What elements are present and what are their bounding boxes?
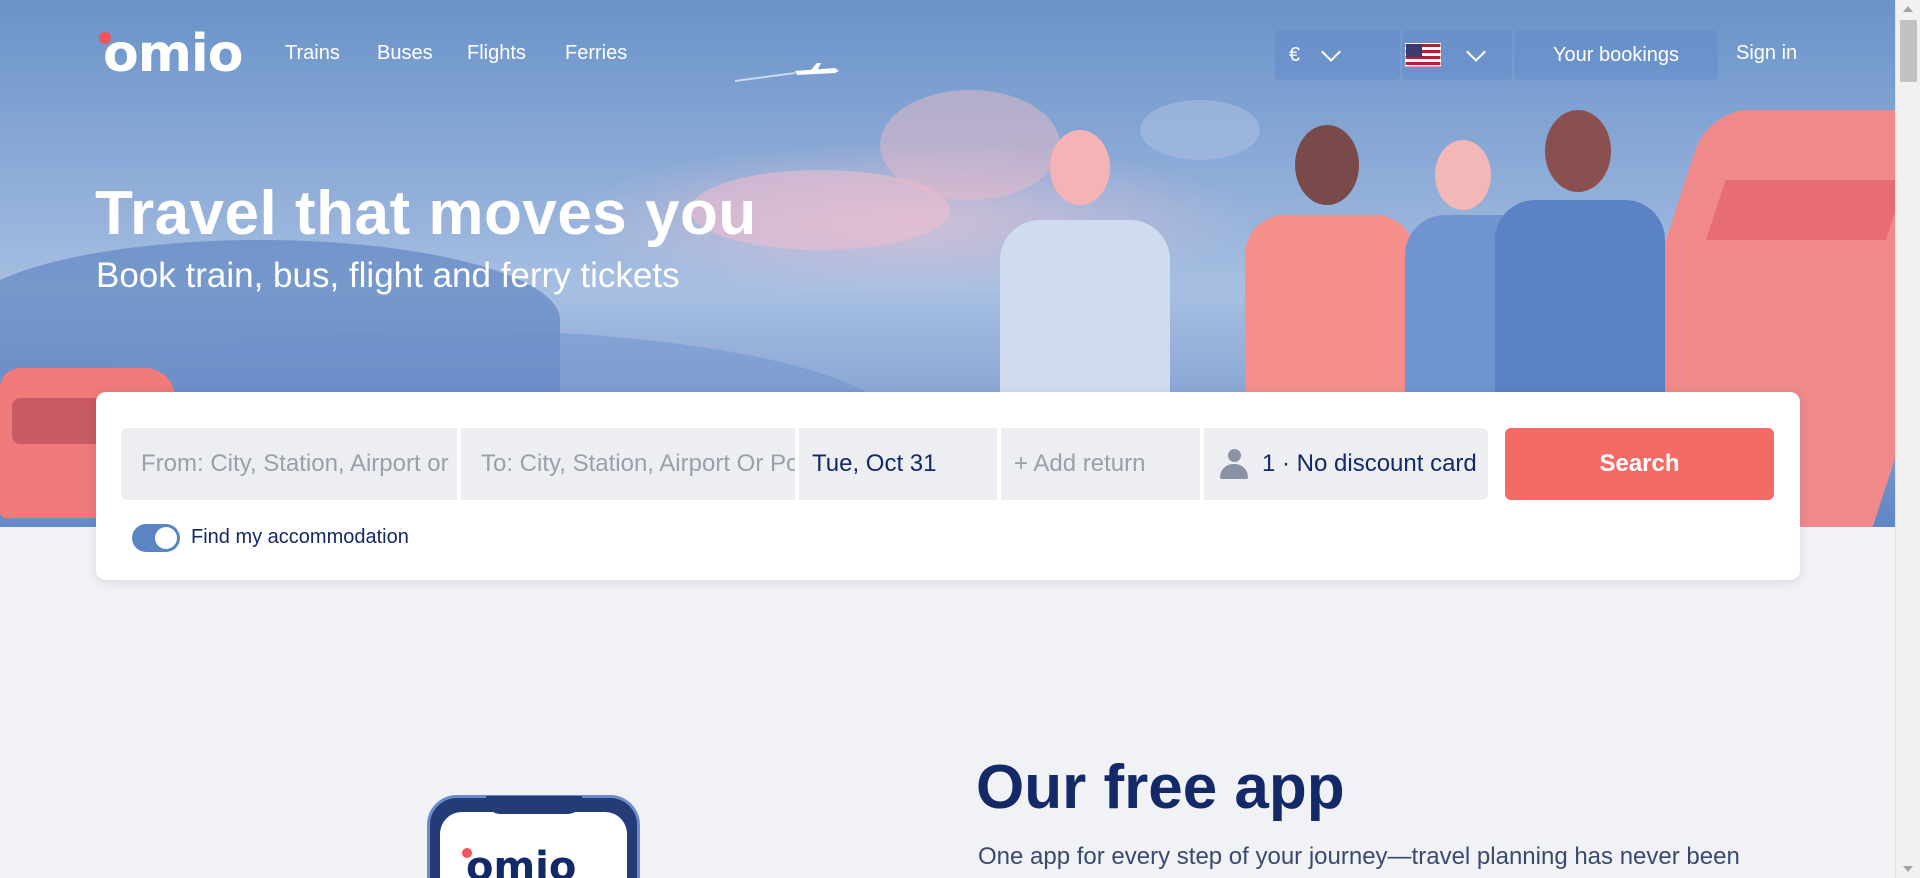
your-bookings-button[interactable]: Your bookings xyxy=(1514,30,1718,80)
accommodation-label: Find my accommodation xyxy=(191,526,409,548)
app-section-description: One app for every step of your journey—t… xyxy=(978,843,1740,870)
page-scrollbar[interactable] xyxy=(1895,0,1920,878)
omio-logo[interactable]: omio xyxy=(95,24,243,84)
scroll-down-icon[interactable] xyxy=(1903,866,1913,872)
passengers-selector[interactable]: 1 · No discount card xyxy=(1204,428,1488,500)
scroll-up-icon[interactable] xyxy=(1903,6,1913,12)
your-bookings-label: Your bookings xyxy=(1552,43,1680,66)
search-button-label: Search xyxy=(1599,450,1680,477)
currency-symbol: € xyxy=(1289,43,1301,66)
from-input[interactable]: From: City, Station, Airport or Port xyxy=(121,428,457,500)
top-navigation: omio Trains Buses Flights Ferries € Your… xyxy=(0,0,1895,108)
us-flag-icon xyxy=(1405,43,1441,67)
app-section-title: Our free app xyxy=(976,753,1345,822)
phone-logo-text: omio xyxy=(466,844,577,878)
search-button[interactable]: Search xyxy=(1505,428,1774,500)
to-input[interactable]: To: City, Station, Airport Or Port xyxy=(461,428,795,500)
nav-link-trains[interactable]: Trains xyxy=(285,42,340,65)
hero-title: Travel that moves you xyxy=(95,179,757,248)
hero-subtitle: Book train, bus, flight and ferry ticket… xyxy=(96,256,680,295)
add-return-input[interactable]: + Add return xyxy=(1001,428,1200,500)
nav-link-ferries[interactable]: Ferries xyxy=(565,42,627,65)
toggle-knob xyxy=(155,527,177,549)
accommodation-toggle[interactable] xyxy=(132,524,180,552)
nav-link-flights[interactable]: Flights xyxy=(467,42,526,65)
from-placeholder: From: City, Station, Airport or Port xyxy=(141,450,457,477)
add-return-placeholder: + Add return xyxy=(1014,450,1146,477)
phone-illustration: omio xyxy=(427,795,640,878)
departure-date-value: Tue, Oct 31 xyxy=(812,450,937,477)
chevron-down-icon xyxy=(1466,42,1486,62)
nav-link-buses[interactable]: Buses xyxy=(377,42,433,65)
logo-text: omio xyxy=(103,24,243,84)
currency-selector[interactable]: € xyxy=(1275,30,1400,80)
passengers-value: 1 · No discount card xyxy=(1262,450,1477,477)
search-card: From: City, Station, Airport or Port To:… xyxy=(96,392,1800,580)
sign-in-link[interactable]: Sign in xyxy=(1736,42,1797,65)
scrollbar-thumb[interactable] xyxy=(1900,20,1917,82)
language-selector[interactable] xyxy=(1402,30,1512,80)
chevron-down-icon xyxy=(1321,42,1342,62)
person-icon xyxy=(1220,449,1248,479)
to-placeholder: To: City, Station, Airport Or Port xyxy=(481,450,795,477)
departure-date-input[interactable]: Tue, Oct 31 xyxy=(799,428,997,500)
